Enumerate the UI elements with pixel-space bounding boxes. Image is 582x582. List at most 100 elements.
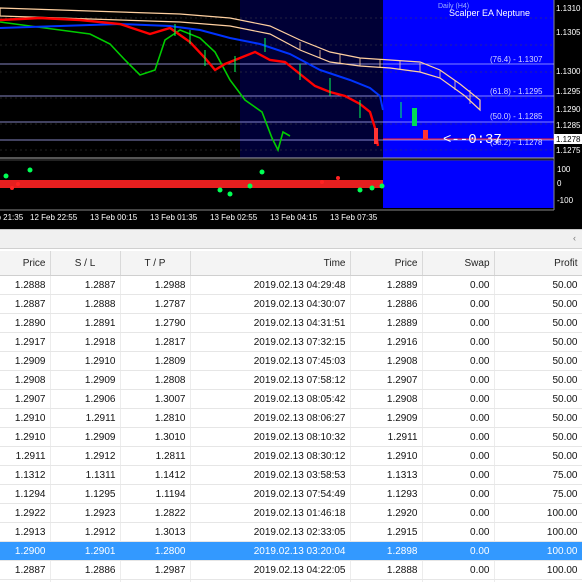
candle-bull: [412, 108, 417, 126]
time-cell: 2019.02.13 04:30:07: [190, 294, 351, 314]
fib-label: (61.8) - 1.1295: [490, 87, 543, 96]
sl-cell: 1.2912: [50, 446, 121, 466]
table-row[interactable]: 1.2909 1.2910 1.2809 2019.02.13 07:45:03 1.2…: [0, 351, 582, 371]
time-cell: 2019.02.13 04:22:05: [190, 560, 351, 580]
profit-cell: 50.00: [494, 351, 582, 371]
profit-cell: 100.00: [494, 541, 582, 561]
price-label: 1.1275: [556, 146, 581, 155]
column-header-profit[interactable]: Profit: [494, 251, 582, 276]
column-header-tp[interactable]: T / P: [120, 251, 191, 276]
price-cell: 1.2900: [0, 541, 51, 561]
column-header-close-price[interactable]: Price: [350, 251, 423, 276]
tp-cell: 1.3007: [120, 389, 191, 409]
price-cell: 1.2913: [0, 522, 51, 542]
price-chart[interactable]: Scalper EA Neptune Daily (H4) <--0:37 (7…: [0, 0, 582, 229]
sl-cell: 1.2912: [50, 522, 121, 542]
price-cell: 1.2922: [0, 503, 51, 523]
table-row[interactable]: 1.2910 1.2909 1.3010 2019.02.13 08:10:32 1.2…: [0, 427, 582, 447]
fib-label: (50.0) - 1.1285: [490, 112, 543, 121]
candle-bear: [374, 128, 378, 144]
sl-cell: 1.1311: [50, 465, 121, 485]
swap-cell: 0.00: [422, 427, 495, 447]
time-label: 13 Feb 02:55: [210, 213, 258, 222]
tp-cell: 1.1412: [120, 465, 191, 485]
table-row[interactable]: 1.2907 1.2906 1.3007 2019.02.13 08:05:42 1.2…: [0, 389, 582, 409]
swap-cell: 0.00: [422, 389, 495, 409]
close-price-cell: 1.2908: [350, 351, 423, 371]
sl-cell: 1.2901: [50, 541, 121, 561]
price-cell: 1.2887: [0, 560, 51, 580]
chart-canvas: Scalper EA Neptune Daily (H4) <--0:37 (7…: [0, 0, 582, 229]
table-row[interactable]: 1.2887 1.2886 1.2987 2019.02.13 04:22:05 1.2…: [0, 560, 582, 580]
swap-cell: 0.00: [422, 560, 495, 580]
fib-label: (76.4) - 1.1307: [490, 55, 543, 64]
sl-cell: 1.2909: [50, 427, 121, 447]
close-price-cell: 1.2920: [350, 503, 423, 523]
indicator-scale-label: -100: [557, 196, 574, 205]
swap-cell: 0.00: [422, 465, 495, 485]
swap-cell: 0.00: [422, 503, 495, 523]
scroll-left-icon[interactable]: ‹: [573, 233, 576, 243]
tp-cell: 1.2822: [120, 503, 191, 523]
table-row[interactable]: 1.2922 1.2923 1.2822 2019.02.13 01:46:18 1.2…: [0, 503, 582, 523]
close-price-cell: 1.2907: [350, 370, 423, 390]
profit-cell: 75.00: [494, 465, 582, 485]
table-row[interactable]: 1.2917 1.2918 1.2817 2019.02.13 07:32:15 1.2…: [0, 332, 582, 352]
profit-cell: 50.00: [494, 332, 582, 352]
table-row[interactable]: 1.2900 1.2901 1.2800 2019.02.13 03:20:04 1.2…: [0, 541, 582, 561]
table-row[interactable]: 1.1294 1.1295 1.1194 2019.02.13 07:54:49 1.1…: [0, 484, 582, 504]
close-price-cell: 1.1313: [350, 465, 423, 485]
swap-cell: 0.00: [422, 275, 495, 295]
profit-cell: 50.00: [494, 275, 582, 295]
table-row[interactable]: 1.2913 1.2912 1.3013 2019.02.13 02:33:05 1.2…: [0, 522, 582, 542]
price-cell: 1.1312: [0, 465, 51, 485]
price-label-current: 1.1278: [556, 135, 581, 144]
time-cell: 2019.02.13 08:30:12: [190, 446, 351, 466]
table-row[interactable]: 1.2910 1.2911 1.2810 2019.02.13 08:06:27 1.2…: [0, 408, 582, 428]
table-row[interactable]: 1.2887 1.2888 1.2787 2019.02.13 04:30:07 1.2…: [0, 294, 582, 314]
tp-cell: 1.2988: [120, 275, 191, 295]
time-cell: 2019.02.13 07:54:49: [190, 484, 351, 504]
column-header-swap[interactable]: Swap: [422, 251, 495, 276]
profit-cell: 50.00: [494, 294, 582, 314]
time-label: 13 Feb 00:15: [90, 213, 138, 222]
tp-cell: 1.2817: [120, 332, 191, 352]
close-price-cell: 1.2910: [350, 446, 423, 466]
sl-cell: 1.2887: [50, 275, 121, 295]
price-cell: 1.2909: [0, 351, 51, 371]
time-cell: 2019.02.13 01:46:18: [190, 503, 351, 523]
time-label: 12 Feb 22:55: [30, 213, 78, 222]
profit-cell: 100.00: [494, 503, 582, 523]
table-row[interactable]: 1.1312 1.1311 1.1412 2019.02.13 03:58:53 1.1…: [0, 465, 582, 485]
price-cell: 1.1294: [0, 484, 51, 504]
time-cell: 2019.02.13 04:31:51: [190, 313, 351, 333]
tp-cell: 1.2811: [120, 446, 191, 466]
time-cell: 2019.02.13 02:33:05: [190, 522, 351, 542]
table-row[interactable]: 1.2888 1.2887 1.2988 2019.02.13 04:29:48 1.2…: [0, 275, 582, 295]
price-cell: 1.2887: [0, 294, 51, 314]
table-row[interactable]: 1.2911 1.2912 1.2811 2019.02.13 08:30:12 1.2…: [0, 446, 582, 466]
time-label: 13 Feb 04:15: [270, 213, 318, 222]
price-cell: 1.2910: [0, 427, 51, 447]
table-row[interactable]: 1.2890 1.2891 1.2790 2019.02.13 04:31:51 1.2…: [0, 313, 582, 333]
column-header-sl[interactable]: S / L: [50, 251, 121, 276]
trade-table[interactable]: Price S / L T / P Time Price Swap Profit…: [0, 251, 582, 582]
close-price-cell: 1.2888: [350, 560, 423, 580]
time-label: 13 Feb 21:35: [0, 213, 24, 222]
column-header-price[interactable]: Price: [0, 251, 51, 276]
sl-cell: 1.2910: [50, 351, 121, 371]
sl-cell: 1.2911: [50, 408, 121, 428]
sl-cell: 1.2891: [50, 313, 121, 333]
sl-cell: 1.2886: [50, 560, 121, 580]
table-row[interactable]: 1.2908 1.2909 1.2808 2019.02.13 07:58:12 1.2…: [0, 370, 582, 390]
time-cell: 2019.02.13 08:06:27: [190, 408, 351, 428]
column-header-time[interactable]: Time: [190, 251, 351, 276]
profit-cell: 50.00: [494, 427, 582, 447]
swap-cell: 0.00: [422, 294, 495, 314]
indicator-scale-label: 0: [557, 179, 562, 188]
panel-splitter[interactable]: ‹: [0, 229, 582, 249]
close-price-cell: 1.2886: [350, 294, 423, 314]
indicator-scale-label: 100: [557, 165, 571, 174]
price-cell: 1.2888: [0, 275, 51, 295]
swap-cell: 0.00: [422, 484, 495, 504]
